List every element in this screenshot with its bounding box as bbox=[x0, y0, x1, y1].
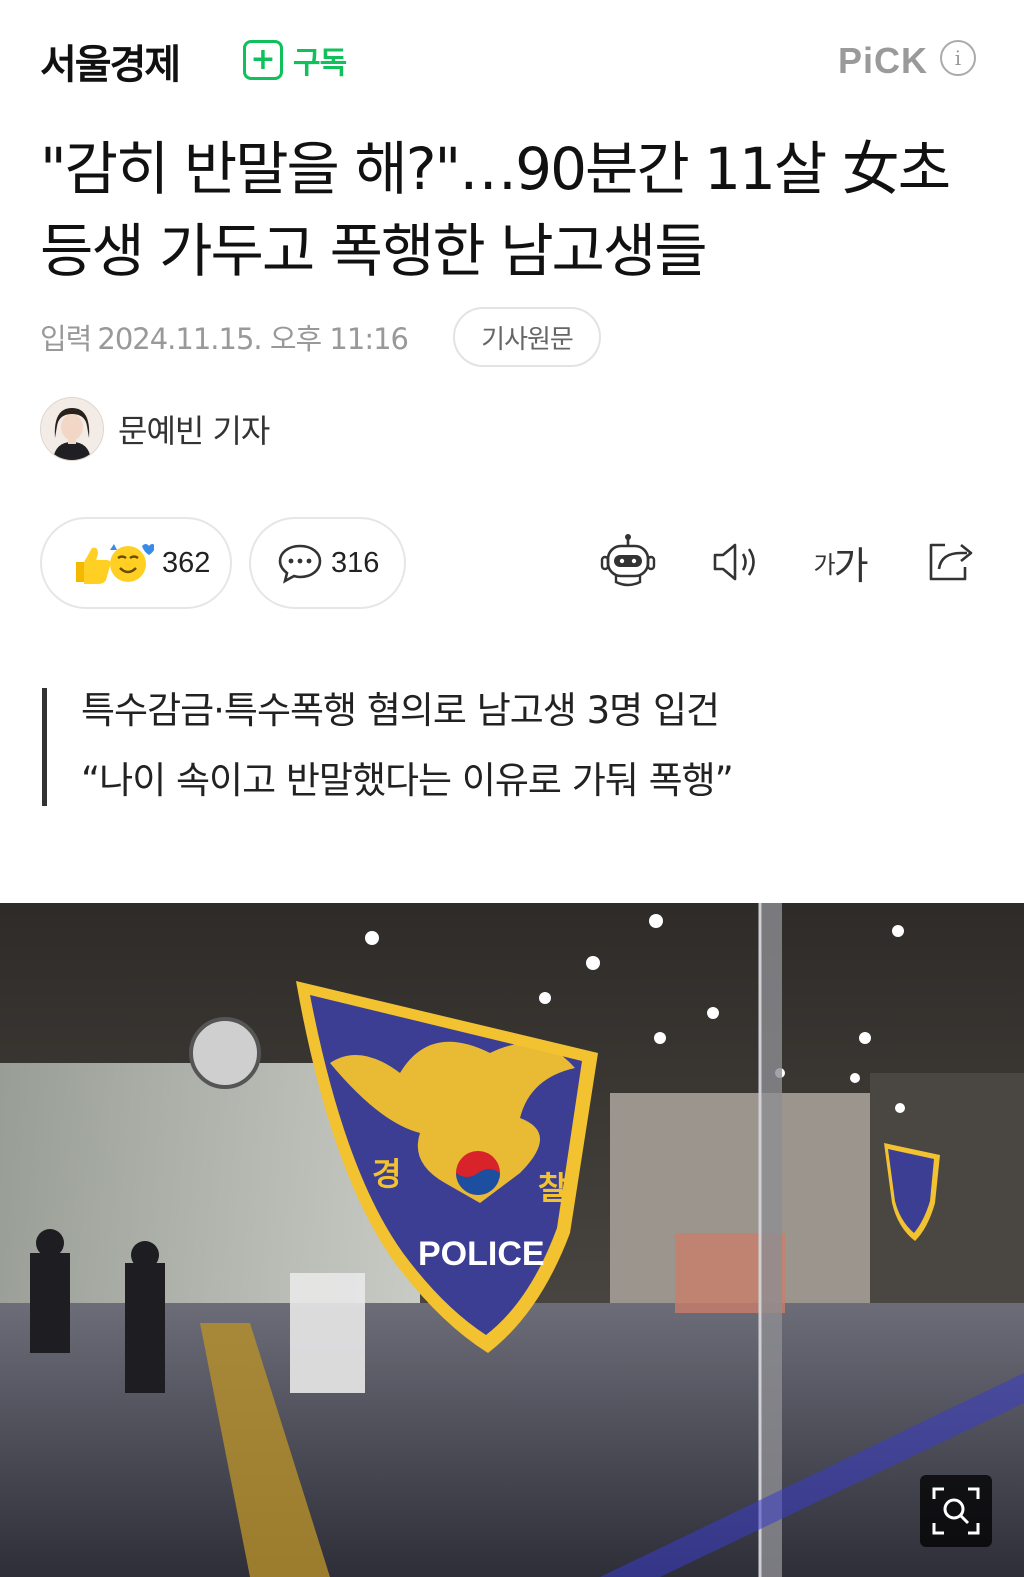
comment-bubble-icon bbox=[278, 544, 322, 584]
reporter-name[interactable]: 문예빈 기자 bbox=[118, 406, 270, 452]
badge-left-char: 경 bbox=[372, 1155, 401, 1193]
article-date: 2024.11.15. 오후 11:16 bbox=[97, 322, 409, 356]
summary-line-2: “나이 속이고 반말했다는 이유로 가둬 폭행” bbox=[81, 759, 734, 802]
plus-icon: + bbox=[243, 40, 283, 80]
original-article-button[interactable]: 기사원문 bbox=[453, 307, 601, 367]
article-photo[interactable]: 경 찰 POLICE bbox=[0, 903, 1024, 1577]
press-logo[interactable]: 서울경제 bbox=[40, 32, 181, 90]
badge-right-char: 찰 bbox=[538, 1169, 567, 1207]
article-summary: 특수감금·특수폭행 혐의로 남고생 3명 입건 “나이 속이고 반말했다는 이유… bbox=[42, 688, 734, 806]
reaction-count: 362 bbox=[162, 546, 211, 579]
listen-button[interactable] bbox=[704, 530, 768, 594]
comment-count: 316 bbox=[331, 546, 380, 579]
font-size-button[interactable]: 가가 bbox=[808, 530, 872, 594]
subscribe-button[interactable]: + 구독 bbox=[243, 38, 347, 82]
summary-line-1: 특수감금·특수폭행 혐의로 남고생 3명 입건 bbox=[81, 689, 720, 732]
reaction-button[interactable]: 362 bbox=[40, 517, 232, 609]
comment-button[interactable]: 316 bbox=[249, 517, 406, 609]
article-title: "감히 반말을 해?"…90분간 11살 女초등생 가두고 폭행한 남고생들 bbox=[40, 135, 951, 285]
zoom-icon bbox=[932, 1487, 980, 1535]
input-label: 입력 bbox=[40, 322, 92, 356]
share-button[interactable] bbox=[918, 530, 982, 594]
badge-police-text: POLICE bbox=[418, 1235, 545, 1273]
header: 서울경제 + 구독 PiCK i bbox=[0, 0, 1024, 110]
article-meta: 입력 2024.11.15. 오후 11:16 bbox=[40, 316, 409, 358]
zoom-image-button[interactable] bbox=[920, 1475, 992, 1547]
reporter-avatar[interactable] bbox=[40, 397, 104, 461]
subscribe-label: 구독 bbox=[293, 46, 347, 81]
share-icon bbox=[929, 543, 973, 581]
reaction-emoji-icon bbox=[76, 544, 154, 584]
reporter-photo bbox=[41, 398, 103, 460]
font-small-glyph: 가 bbox=[813, 550, 835, 579]
police-lobby-image: 경 찰 POLICE bbox=[0, 903, 1024, 1577]
pick-label: PiCK bbox=[838, 40, 929, 81]
font-large-glyph: 가 bbox=[833, 543, 869, 588]
summary-bot-button[interactable] bbox=[596, 530, 660, 594]
speaker-icon bbox=[713, 543, 755, 581]
info-icon[interactable]: i bbox=[940, 40, 976, 76]
robot-summary-icon bbox=[600, 534, 656, 587]
